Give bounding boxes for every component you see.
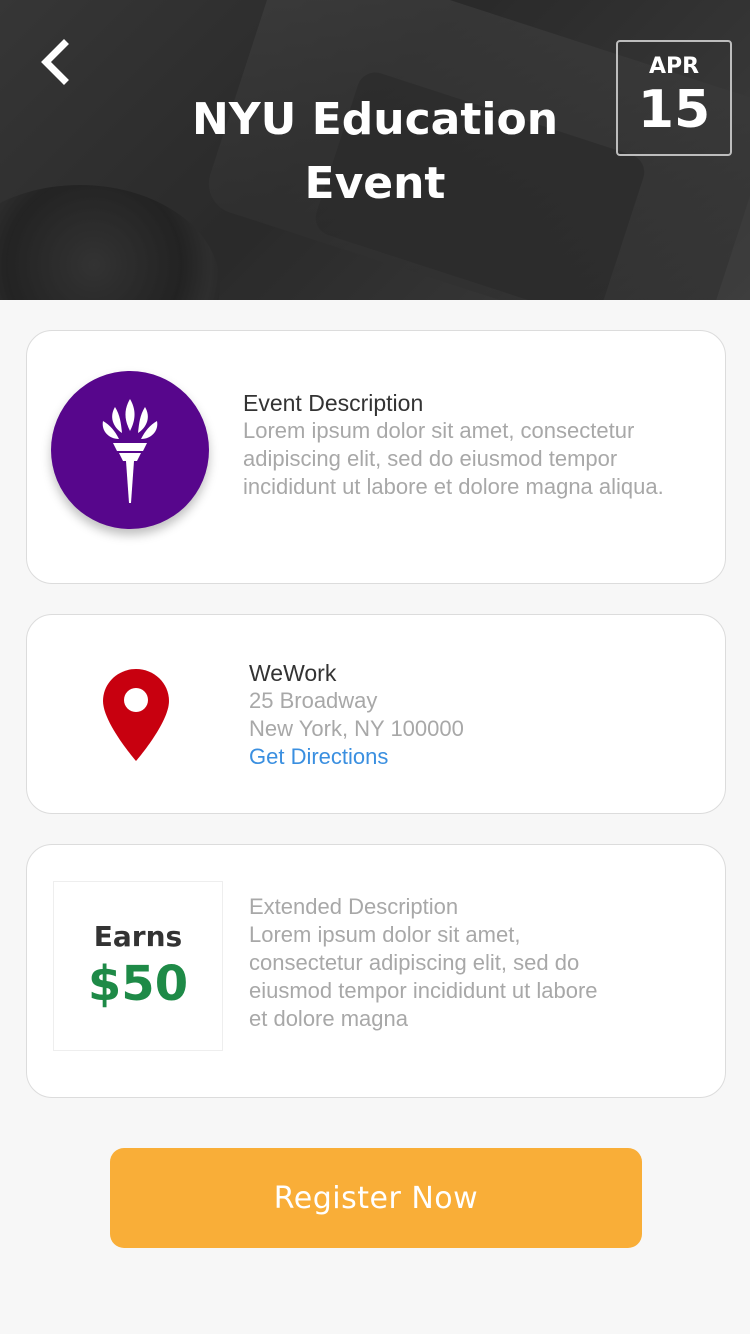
- event-date-badge: APR 15: [616, 40, 732, 156]
- earnings-badge: Earns $50: [53, 881, 223, 1051]
- location-card: WeWork 25 Broadway New York, NY 100000 G…: [26, 614, 726, 814]
- location-details: WeWork 25 Broadway New York, NY 100000 G…: [249, 659, 669, 771]
- date-month: APR: [648, 54, 700, 79]
- earns-label: Earns: [93, 920, 183, 953]
- earnings-card: Earns $50 Extended Description Lorem ips…: [26, 844, 726, 1098]
- back-button[interactable]: [30, 34, 80, 90]
- address-line-1: 25 Broadway: [249, 688, 378, 713]
- extended-description: Extended Description Lorem ipsum dolor s…: [249, 893, 609, 1033]
- event-description-heading: Event Description: [243, 390, 424, 416]
- register-now-button[interactable]: Register Now: [110, 1148, 642, 1248]
- event-description-body: Lorem ipsum dolor sit amet, consectetur …: [243, 418, 664, 499]
- date-day: 15: [637, 80, 711, 140]
- extended-description-heading: Extended Description: [249, 894, 459, 919]
- page-title: NYU Education Event: [191, 94, 559, 209]
- nyu-torch-icon: [51, 371, 209, 529]
- event-description-card: Event Description Lorem ipsum dolor sit …: [26, 330, 726, 584]
- event-description: Event Description Lorem ipsum dolor sit …: [243, 389, 693, 501]
- get-directions-link[interactable]: Get Directions: [249, 743, 669, 771]
- address-line-2: New York, NY 100000: [249, 716, 464, 741]
- chevron-left-icon: [41, 39, 69, 85]
- venue-name: WeWork: [249, 660, 337, 686]
- map-pin-icon: [103, 669, 169, 761]
- earns-amount: $50: [87, 956, 189, 1012]
- extended-description-body: Lorem ipsum dolor sit amet, consectetur …: [249, 922, 598, 1031]
